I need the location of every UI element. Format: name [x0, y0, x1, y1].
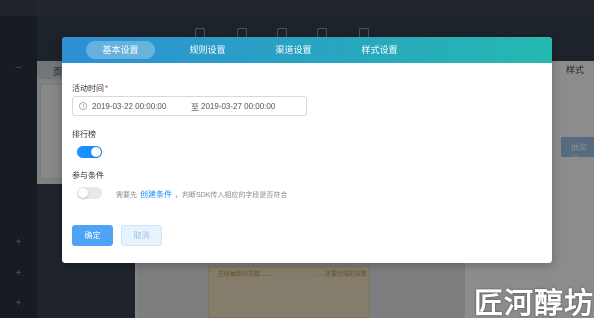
required-mark: * [105, 84, 109, 93]
watermark: 匠河醇坊 [474, 286, 594, 318]
hint-suffix: ，判断SDK传入相应的字段是否符合 [175, 192, 288, 199]
tab-style-settings[interactable]: 样式设置 [346, 41, 413, 59]
participation-toggle[interactable] [77, 187, 102, 199]
toggle-knob [91, 147, 101, 157]
create-condition-link[interactable]: 创建条件 [140, 190, 172, 199]
leaderboard-label: 排行榜 [72, 130, 96, 139]
confirm-button[interactable]: 确定 [72, 225, 113, 246]
activity-time-label-text: 活动时间 [72, 84, 104, 93]
tab-basic-settings[interactable]: 基本设置 [86, 41, 155, 59]
leaderboard-toggle[interactable] [77, 146, 102, 158]
participation-label: 参与条件 [72, 171, 104, 180]
settings-modal: 基本设置 规则设置 渠道设置 样式设置 活动时间* 2019-03-22 00:… [62, 37, 552, 263]
modal-tab-bar: 基本设置 规则设置 渠道设置 样式设置 [62, 37, 552, 63]
range-separator: 至 [191, 103, 199, 112]
participation-hint: 需要先 创建条件 ，判断SDK传入相应的字段是否符合 [116, 189, 287, 200]
tab-channel-settings[interactable]: 渠道设置 [260, 41, 327, 59]
end-time-value[interactable]: 2019-03-27 00:00:00 [201, 102, 275, 111]
start-time-value[interactable]: 2019-03-22 00:00:00 [92, 102, 166, 111]
toggle-knob [78, 188, 88, 198]
activity-time-range-picker[interactable]: 2019-03-22 00:00:00 至 2019-03-27 00:00:0… [72, 96, 307, 116]
clock-icon [79, 102, 87, 110]
tab-rule-settings[interactable]: 规则设置 [174, 41, 241, 59]
hint-prefix: 需要先 [116, 192, 137, 199]
activity-time-label: 活动时间* [72, 83, 108, 94]
cancel-button[interactable]: 取消 [121, 225, 162, 246]
